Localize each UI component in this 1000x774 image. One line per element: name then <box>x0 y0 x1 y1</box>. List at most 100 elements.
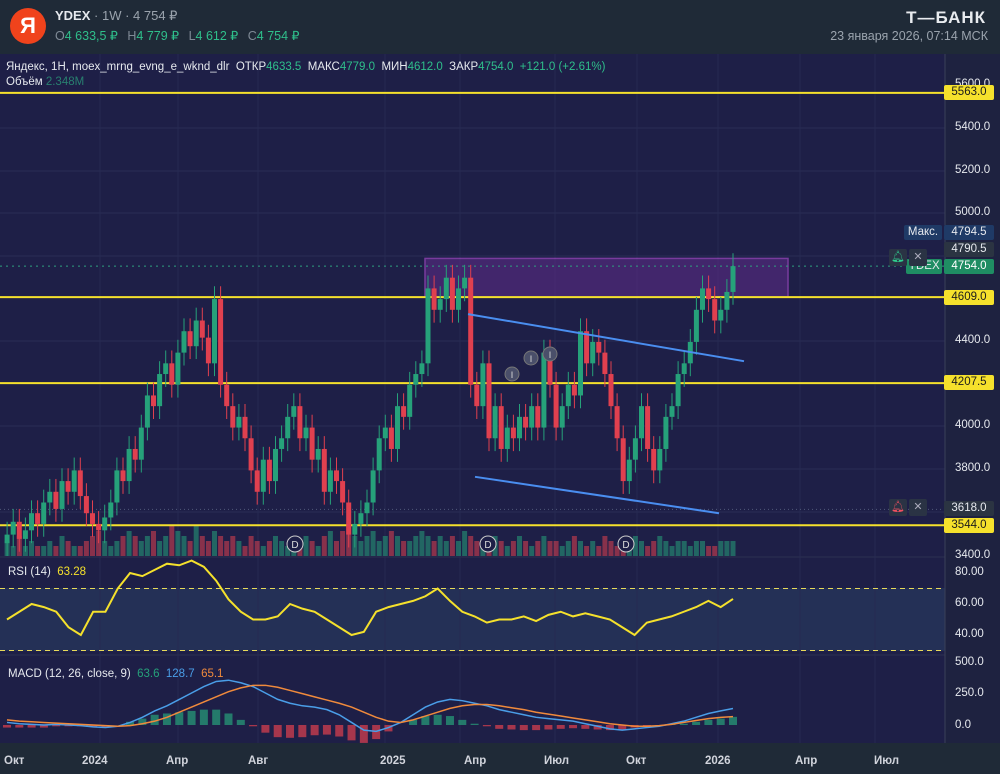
legend-open: 4633.5 <box>266 61 302 73</box>
candle-body <box>151 395 156 407</box>
volume-bar <box>456 541 461 556</box>
candle-body <box>382 427 388 439</box>
candle-body <box>181 331 187 353</box>
candle-body <box>632 438 638 460</box>
macd-histogram-bar <box>298 725 307 738</box>
candle-body <box>266 459 272 482</box>
candle-body <box>29 513 34 531</box>
candle-body <box>334 470 339 482</box>
macd-title: MACD (12, 26, close, 9) <box>8 668 131 680</box>
macd-histogram-bar <box>716 718 725 725</box>
volume-bar <box>83 541 89 556</box>
legend-high-key: МАКС <box>307 61 340 73</box>
volume-bar <box>212 531 217 556</box>
chart-canvas[interactable]: D D D I I I <box>0 0 1000 774</box>
volume-bar <box>77 546 83 556</box>
legend-low-key: МИН <box>381 61 408 73</box>
volume-bar <box>370 531 376 556</box>
legend-low: 4612.0 <box>407 61 443 73</box>
candle-body <box>96 523 102 531</box>
candle-body <box>388 427 394 449</box>
volume-bar <box>687 546 693 556</box>
candle-body <box>163 363 169 375</box>
volume-bar <box>327 531 333 556</box>
volume-bar <box>675 541 681 556</box>
level-badge[interactable]: 5563.0 <box>944 85 994 100</box>
level-badge[interactable]: 4609.0 <box>944 290 994 305</box>
macd-histogram-bar <box>212 709 221 725</box>
volume-bar <box>401 541 407 556</box>
volume-bar <box>517 536 522 556</box>
volume-bar <box>602 536 608 556</box>
alert-badge: 3618.0 <box>944 501 994 516</box>
candle-body <box>602 352 608 375</box>
macd-histogram-bar <box>581 725 590 729</box>
volume-bar <box>498 541 504 556</box>
legend-title: Яндекс, 1H, moex_mrng_evng_e_wknd_dlr <box>6 61 230 73</box>
macd-histogram-bar <box>458 719 467 725</box>
candle-body <box>675 374 681 407</box>
bell-icon[interactable]: 🔔︎ <box>889 499 907 516</box>
time-tick: Окт <box>626 755 647 767</box>
level-badge[interactable]: 3544.0 <box>944 518 994 533</box>
candle-body <box>590 341 596 364</box>
macd-label: MACD (12, 26, close, 9) 63.6 128.7 65.1 <box>8 668 223 680</box>
volume-bar <box>236 541 242 556</box>
volume-bar <box>187 541 193 556</box>
candle-body <box>205 337 211 364</box>
volume-bar <box>138 541 144 556</box>
volume-bar <box>565 541 571 556</box>
candle-body <box>559 406 565 428</box>
volume-bar <box>199 536 205 556</box>
volume-bar <box>413 536 419 556</box>
close-icon[interactable]: ✕ <box>909 249 927 266</box>
volume-bar <box>431 541 437 556</box>
volume-bar <box>596 546 602 556</box>
candle-body <box>83 496 89 514</box>
candle-body <box>663 416 669 449</box>
volume-bar <box>218 536 224 556</box>
legend-change: +121.0 (+2.61%) <box>519 61 606 73</box>
volume-bar <box>425 536 431 556</box>
candle-body <box>571 384 577 396</box>
candle-body <box>584 331 590 364</box>
time-tick: Июл <box>544 755 570 767</box>
volume-bar <box>315 546 321 556</box>
alert-badge: 4790.5 <box>944 242 994 257</box>
volume-bar <box>449 536 455 556</box>
volume-bar <box>321 536 327 556</box>
candle-body <box>504 427 510 449</box>
candle-body <box>340 481 346 503</box>
candle-body <box>41 502 47 524</box>
macd-histogram-bar <box>507 725 516 730</box>
macd-histogram-bar <box>310 725 319 736</box>
macd-histogram-bar <box>569 725 578 729</box>
volume-bar <box>248 536 254 556</box>
volume-bar <box>108 546 114 556</box>
candle-body <box>626 459 632 482</box>
price-tick: 5400.0 <box>955 121 991 133</box>
candle-body <box>437 299 443 310</box>
dividend-marker-label: D <box>622 540 629 551</box>
signal-line <box>6 684 734 728</box>
candle-body <box>462 277 468 289</box>
macd-histogram-bar <box>15 725 24 728</box>
volume-bar <box>395 536 400 556</box>
volume-bar <box>340 531 346 556</box>
candle-body <box>431 288 437 310</box>
bell-icon[interactable]: 🔔︎ <box>889 249 907 266</box>
macd-histogram-bar <box>3 725 11 728</box>
candle-body <box>395 406 400 449</box>
candle-body <box>712 299 718 321</box>
volume-bar <box>364 536 370 556</box>
volume-bar <box>205 541 211 556</box>
candle-body <box>510 427 516 439</box>
volume-bar <box>657 536 663 556</box>
candle-body <box>486 363 492 439</box>
close-icon[interactable]: ✕ <box>909 499 927 516</box>
volume-bar <box>608 541 614 556</box>
candle-body <box>443 277 449 300</box>
volume-bar <box>504 546 510 556</box>
level-badge[interactable]: 4207.5 <box>944 375 994 390</box>
rsi-value: 63.28 <box>57 566 86 578</box>
